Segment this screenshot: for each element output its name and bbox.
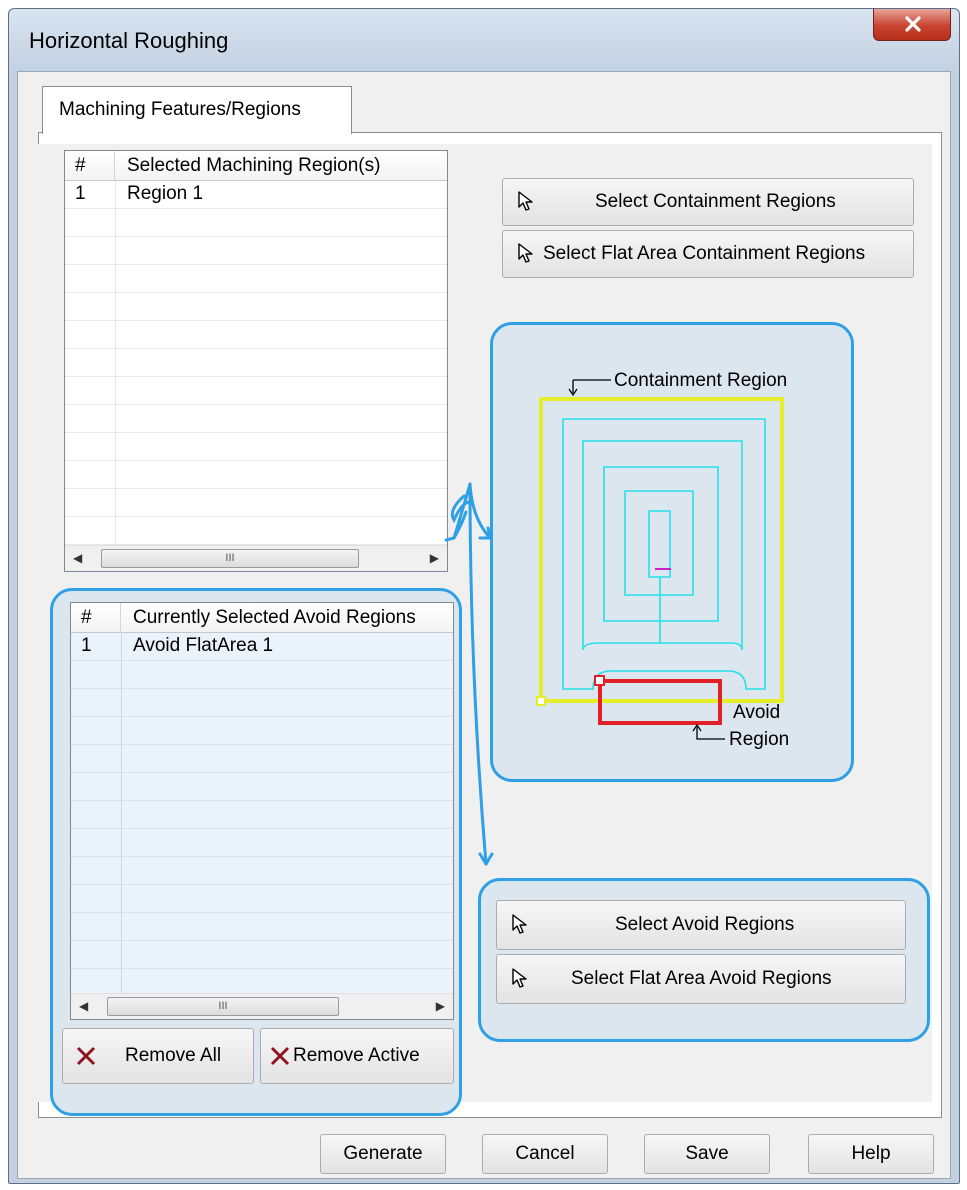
containment-region-shape — [539, 397, 784, 703]
pointer-icon — [518, 191, 533, 211]
select-flat-avoid-button[interactable]: Select Flat Area Avoid Regions — [496, 954, 906, 1004]
select-flat-containment-button[interactable]: Select Flat Area Containment Regions — [502, 230, 914, 278]
avoid-region-list[interactable]: # Currently Selected Avoid Regions 1 Avo… — [70, 602, 454, 1020]
horizontal-scrollbar[interactable]: ◀ III ▶ — [65, 545, 447, 571]
title-bar[interactable]: Horizontal Roughing — [9, 9, 959, 71]
table-row[interactable]: 1 Region 1 — [65, 181, 447, 209]
tab-label: Machining Features/Regions — [59, 99, 301, 120]
column-header-region[interactable]: Selected Machining Region(s) — [115, 151, 447, 181]
scroll-left-icon[interactable]: ◀ — [79, 999, 88, 1013]
list-header: # Selected Machining Region(s) — [65, 151, 447, 181]
scroll-thumb[interactable]: III — [107, 997, 339, 1016]
remove-icon — [270, 1046, 290, 1066]
column-header-avoid[interactable]: Currently Selected Avoid Regions — [121, 603, 453, 633]
pointer-icon — [512, 914, 527, 934]
list-body: 1 Avoid FlatArea 1 — [71, 633, 453, 993]
button-label: Select Flat Area Avoid Regions — [571, 968, 832, 989]
avoid-label-line2: Region — [729, 729, 789, 750]
machining-region-list[interactable]: # Selected Machining Region(s) 1 Region … — [64, 150, 448, 572]
column-header-number[interactable]: # — [71, 603, 121, 633]
column-header-number[interactable]: # — [65, 151, 115, 181]
remove-active-button[interactable]: Remove Active — [260, 1028, 454, 1084]
button-label: Remove All — [125, 1045, 222, 1066]
scroll-right-icon[interactable]: ▶ — [436, 999, 445, 1013]
button-label: Select Avoid Regions — [615, 914, 795, 935]
remove-all-button[interactable]: Remove All — [62, 1028, 254, 1084]
button-label: Help — [851, 1143, 891, 1164]
cancel-button[interactable]: Cancel — [482, 1134, 608, 1174]
generate-button[interactable]: Generate — [320, 1134, 446, 1174]
button-label: Select Flat Area Containment Regions — [543, 243, 866, 264]
close-button[interactable] — [873, 9, 951, 41]
row-number: 1 — [81, 635, 92, 656]
diagram-panel: Containment Region Avoid Region — [490, 322, 854, 782]
scroll-grip: III — [218, 1000, 228, 1012]
row-name: Region 1 — [127, 183, 204, 204]
containment-diagram: Containment Region Avoid Region — [536, 370, 789, 750]
select-avoid-button[interactable]: Select Avoid Regions — [496, 900, 906, 950]
window-title: Horizontal Roughing — [29, 28, 229, 53]
dialog-client: Machining Features/Regions # Selected Ma… — [17, 71, 951, 1179]
button-label: Save — [685, 1143, 729, 1164]
scroll-right-icon[interactable]: ▶ — [430, 551, 439, 565]
tab-machining-features[interactable]: Machining Features/Regions — [42, 86, 352, 134]
pointer-icon — [512, 968, 527, 988]
save-button[interactable]: Save — [644, 1134, 770, 1174]
horizontal-scrollbar[interactable]: ◀ III ▶ — [71, 993, 453, 1019]
button-label: Remove Active — [293, 1045, 420, 1066]
list-body: 1 Region 1 — [65, 181, 447, 545]
row-number: 1 — [75, 183, 86, 204]
button-label: Cancel — [515, 1143, 575, 1164]
scroll-left-icon[interactable]: ◀ — [73, 551, 82, 565]
help-button[interactable]: Help — [808, 1134, 934, 1174]
row-name: Avoid FlatArea 1 — [133, 635, 274, 656]
scroll-grip: III — [225, 552, 235, 564]
pointer-icon — [518, 243, 533, 263]
toolpath-lines — [562, 418, 766, 690]
button-label: Generate — [343, 1143, 423, 1164]
table-row[interactable]: 1 Avoid FlatArea 1 — [71, 633, 453, 661]
dialog-window: Horizontal Roughing Machining Features/R… — [8, 8, 960, 1184]
select-containment-button[interactable]: Select Containment Regions — [502, 178, 914, 226]
containment-label: Containment Region — [614, 370, 787, 391]
close-icon — [905, 16, 921, 32]
scroll-thumb[interactable]: III — [101, 549, 359, 568]
remove-icon — [76, 1046, 96, 1066]
button-label: Select Containment Regions — [595, 191, 836, 212]
list-header: # Currently Selected Avoid Regions — [71, 603, 453, 633]
avoid-label-line1: Avoid — [733, 702, 780, 723]
